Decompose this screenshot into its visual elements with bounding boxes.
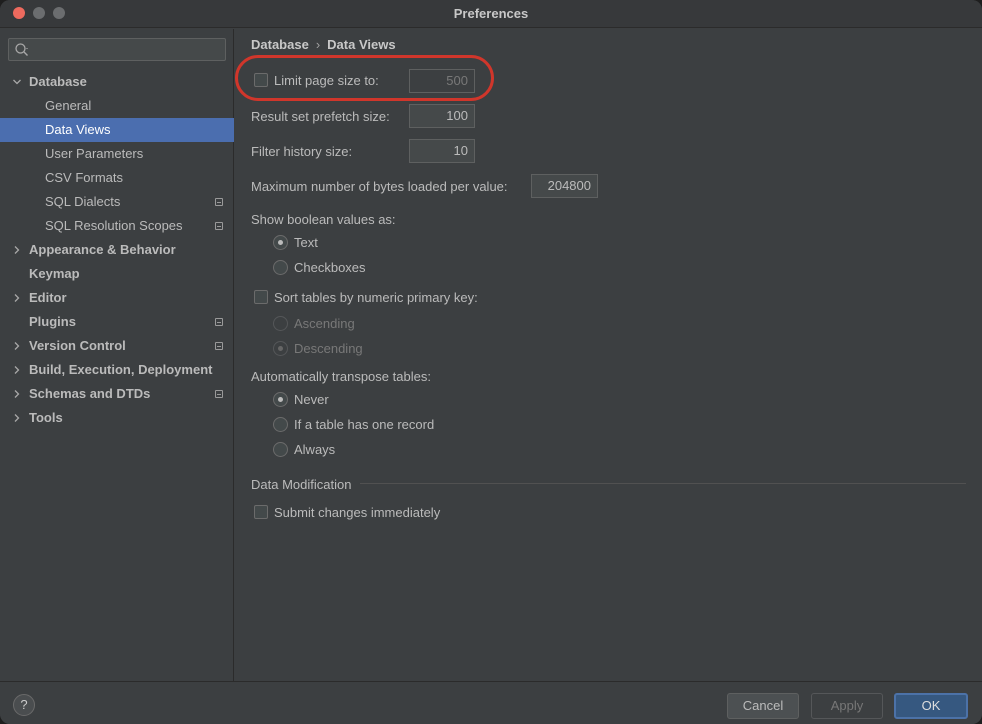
transpose-never-radio[interactable] <box>273 392 288 407</box>
title-bar: Preferences <box>0 0 982 28</box>
sidebar-item-label: Data Views <box>45 122 111 137</box>
chevron-down-icon <box>13 79 21 85</box>
settings-search-input[interactable] <box>8 38 226 61</box>
settings-sidebar: Database General Data Views User Paramet… <box>0 29 234 681</box>
sidebar-item-build-execution-deployment[interactable]: Build, Execution, Deployment <box>0 358 234 382</box>
help-button[interactable]: ? <box>13 694 35 716</box>
sidebar-item-plugins[interactable]: Plugins <box>0 310 234 334</box>
sidebar-item-version-control[interactable]: Version Control <box>0 334 234 358</box>
sidebar-item-label: Build, Execution, Deployment <box>29 362 213 377</box>
transpose-always-label: Always <box>294 442 336 457</box>
cancel-button[interactable]: Cancel <box>727 693 799 719</box>
data-modification-heading: Data Modification <box>251 477 352 492</box>
chevron-right-icon <box>14 342 20 350</box>
sidebar-item-editor[interactable]: Editor <box>0 286 234 310</box>
sidebar-item-label: SQL Resolution Scopes <box>45 218 183 233</box>
max-bytes-input[interactable]: 204800 <box>531 174 598 198</box>
boolean-text-label: Text <box>294 235 318 250</box>
sidebar-item-label: User Parameters <box>45 146 144 161</box>
sidebar-item-label: Keymap <box>29 266 80 281</box>
limit-page-size-input[interactable]: 500 <box>409 69 475 93</box>
transpose-label: Automatically transpose tables: <box>251 369 431 384</box>
sidebar-item-user-parameters[interactable]: User Parameters <box>0 142 234 166</box>
sort-ascending-radio[interactable] <box>273 316 288 331</box>
sidebar-item-label: Plugins <box>29 314 76 329</box>
dialog-footer: ? Cancel Apply OK <box>0 681 982 724</box>
sidebar-item-sql-dialects[interactable]: SQL Dialects <box>0 190 234 214</box>
project-settings-icon <box>215 342 223 350</box>
sort-descending-label: Descending <box>294 341 363 356</box>
chevron-right-icon <box>14 390 20 398</box>
breadcrumb-current: Data Views <box>327 37 396 52</box>
sidebar-item-general[interactable]: General <box>0 94 234 118</box>
breadcrumb-separator: › <box>315 37 321 52</box>
filter-history-label: Filter history size: <box>251 144 353 159</box>
sidebar-item-label: Schemas and DTDs <box>29 386 151 401</box>
chevron-right-icon <box>14 294 20 302</box>
transpose-one-record-label: If a table has one record <box>294 417 435 432</box>
sidebar-item-schemas-and-dtds[interactable]: Schemas and DTDs <box>0 382 234 406</box>
max-bytes-label: Maximum number of bytes loaded per value… <box>251 179 508 194</box>
limit-page-size-label: Limit page size to: <box>274 73 379 88</box>
transpose-never-label: Never <box>294 392 329 407</box>
sidebar-item-label: General <box>45 98 92 113</box>
filter-history-input[interactable]: 10 <box>409 139 475 163</box>
prefetch-size-label: Result set prefetch size: <box>251 109 390 124</box>
transpose-one-record-radio[interactable] <box>273 417 288 432</box>
search-icon <box>15 43 28 56</box>
prefetch-size-input[interactable]: 100 <box>409 104 475 128</box>
preferences-window: Preferences Database General Data Views … <box>0 0 982 724</box>
chevron-right-icon <box>14 414 20 422</box>
sort-descending-radio[interactable] <box>273 341 288 356</box>
ok-button[interactable]: OK <box>894 693 968 719</box>
sidebar-item-label: Appearance & Behavior <box>29 242 176 257</box>
window-title: Preferences <box>453 6 529 21</box>
boolean-text-radio[interactable] <box>273 235 288 250</box>
sidebar-item-tools[interactable]: Tools <box>0 406 234 430</box>
sort-tables-checkbox[interactable] <box>254 290 268 304</box>
apply-button[interactable]: Apply <box>811 693 883 719</box>
submit-changes-checkbox[interactable] <box>254 505 268 519</box>
project-settings-icon <box>215 390 223 398</box>
sort-ascending-label: Ascending <box>294 316 355 331</box>
sidebar-item-label: Tools <box>29 410 63 425</box>
sidebar-item-label: Version Control <box>29 338 126 353</box>
sidebar-item-data-views[interactable]: Data Views <box>0 118 234 142</box>
breadcrumb: Database › Data Views <box>251 37 396 52</box>
project-settings-icon <box>215 318 223 326</box>
sidebar-item-database[interactable]: Database <box>0 70 234 94</box>
boolean-checkboxes-radio[interactable] <box>273 260 288 275</box>
project-settings-icon <box>215 198 223 206</box>
chevron-right-icon <box>14 246 20 254</box>
sidebar-item-csv-formats[interactable]: CSV Formats <box>0 166 234 190</box>
breadcrumb-parent[interactable]: Database <box>251 37 309 52</box>
section-divider <box>360 483 966 484</box>
transpose-always-radio[interactable] <box>273 442 288 457</box>
sidebar-item-label: CSV Formats <box>45 170 124 185</box>
limit-page-size-checkbox[interactable] <box>254 73 268 87</box>
sidebar-item-keymap[interactable]: Keymap <box>0 262 234 286</box>
project-settings-icon <box>215 222 223 230</box>
sort-tables-label: Sort tables by numeric primary key: <box>274 290 478 305</box>
boolean-checkboxes-label: Checkboxes <box>294 260 366 275</box>
submit-changes-label: Submit changes immediately <box>274 505 441 520</box>
chevron-right-icon <box>14 366 20 374</box>
sidebar-item-label: SQL Dialects <box>45 194 121 209</box>
sidebar-item-label: Database <box>29 74 87 89</box>
sidebar-item-sql-resolution-scopes[interactable]: SQL Resolution Scopes <box>0 214 234 238</box>
sidebar-item-label: Editor <box>29 290 67 305</box>
sidebar-item-appearance-behavior[interactable]: Appearance & Behavior <box>0 238 234 262</box>
settings-content: Database › Data Views Limit page size to: … <box>235 29 982 681</box>
boolean-values-label: Show boolean values as: <box>251 212 396 227</box>
